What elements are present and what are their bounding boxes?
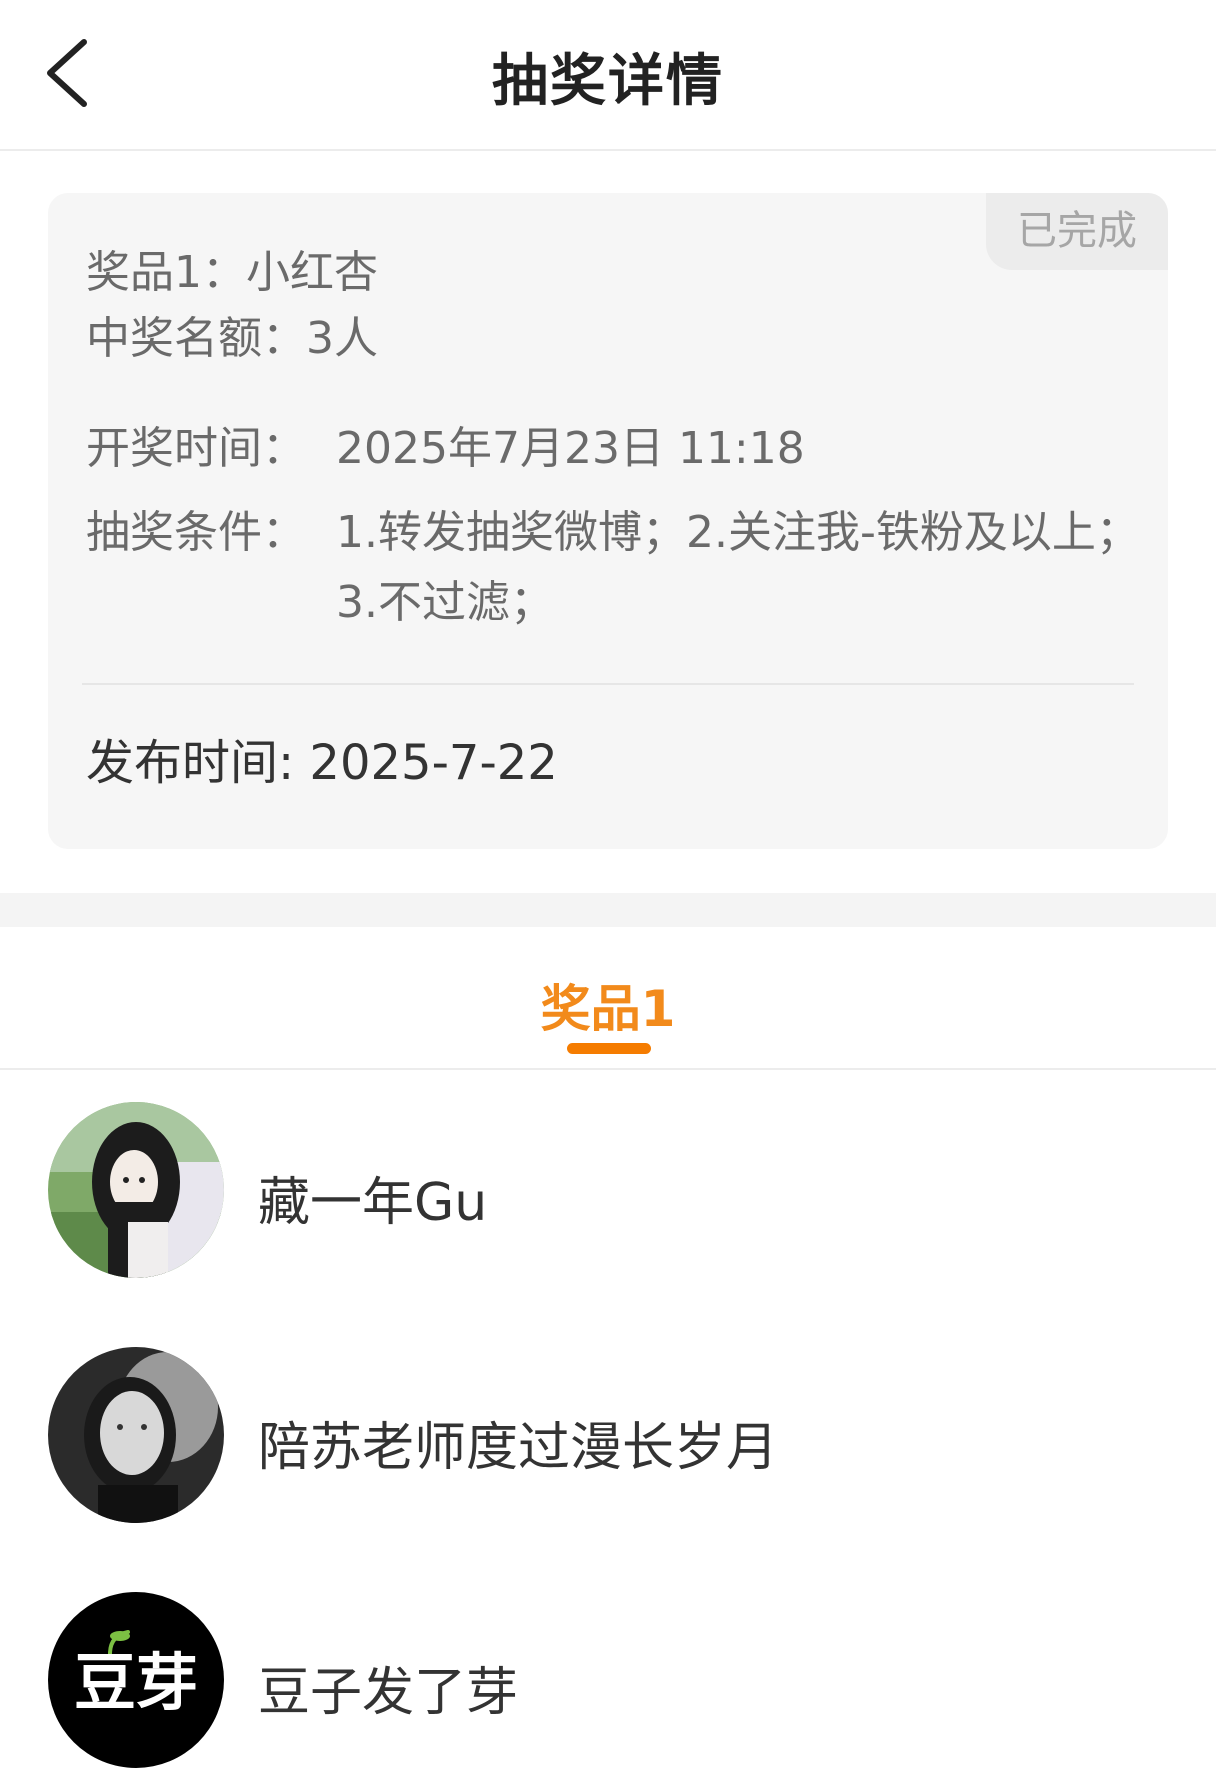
prize-tab-bar: 奖品1 (0, 927, 1216, 1070)
draw-time-label: 开奖时间： (86, 423, 306, 474)
winner-list-item[interactable]: 藏一年Gu (0, 1102, 1216, 1282)
bean-sprout-logo-avatar: 豆芽 (48, 1592, 224, 1768)
avatar[interactable]: 豆芽 (48, 1592, 224, 1768)
section-separator (0, 893, 1216, 927)
publish-time: 发布时间: 2025-7-22 (86, 735, 558, 791)
conditions-value: 1.转发抽奖微博；2.关注我-铁粉及以上；3.不过滤； (336, 507, 1140, 628)
page-title: 抽奖详情 (492, 49, 724, 114)
winner-quota-line: 中奖名额：3人 (86, 313, 378, 364)
winner-list-item[interactable]: 豆芽 豆子发了芽 (0, 1592, 1216, 1772)
anime-girl-avatar-image (48, 1102, 224, 1278)
avatar[interactable] (48, 1102, 224, 1278)
card-divider (82, 683, 1134, 685)
avatar-text: 豆芽 (74, 1646, 198, 1719)
status-badge: 已完成 (986, 193, 1168, 270)
draw-time-value: 2025年7月23日 11:18 (336, 423, 805, 474)
lottery-info-card: 已完成 奖品1：小红杏 中奖名额：3人 开奖时间： 2025年7月23日 11:… (48, 193, 1168, 849)
winner-name: 藏一年Gu (258, 1173, 488, 1233)
portrait-avatar-image (48, 1347, 224, 1523)
winner-list-item[interactable]: 陪苏老师度过漫长岁月 (0, 1347, 1216, 1527)
conditions-label: 抽奖条件： (86, 507, 306, 558)
avatar[interactable] (48, 1347, 224, 1523)
winner-name: 陪苏老师度过漫长岁月 (258, 1418, 779, 1478)
prize-line: 奖品1：小红杏 (86, 247, 378, 298)
active-tab-indicator (567, 1043, 651, 1054)
top-nav-bar: 抽奖详情 (0, 0, 1216, 151)
tab-prize-1[interactable]: 奖品1 (508, 969, 708, 1041)
winner-name: 豆子发了芽 (258, 1663, 519, 1723)
